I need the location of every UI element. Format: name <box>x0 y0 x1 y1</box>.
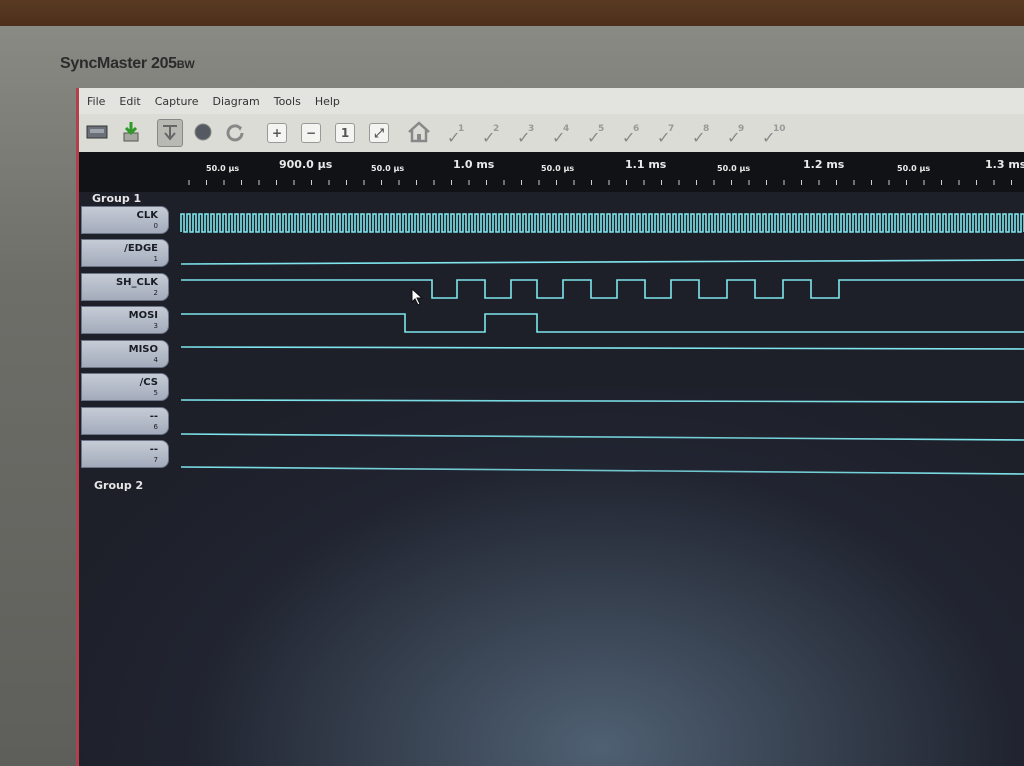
signal-view[interactable]: Group 1 CLK 0 /EDGE 1 SH_CLK 2 MOSI 3 MI… <box>79 192 1024 766</box>
ruler-minor-label: 50.0 µs <box>717 164 751 173</box>
device-icon[interactable] <box>85 120 109 144</box>
bookmark-9-icon[interactable]: ✓ 9 <box>725 124 749 147</box>
brand-model: 205 <box>150 55 177 72</box>
zoom-original-icon[interactable]: 1 <box>335 123 355 143</box>
bookmark-8-icon[interactable]: ✓ 8 <box>690 124 714 147</box>
app-window: File Edit Capture Diagram Tools Help + −… <box>76 88 1024 766</box>
ruler-minor-label: 50.0 µs <box>897 164 931 173</box>
menu-diagram[interactable]: Diagram <box>212 95 259 108</box>
ruler-minor-label: 50.0 µs <box>541 164 575 173</box>
menu-bar: File Edit Capture Diagram Tools Help <box>79 88 1024 114</box>
download-icon[interactable] <box>119 120 143 144</box>
trace-edge <box>180 259 1024 265</box>
trace-mosi <box>181 313 1024 333</box>
ruler-minor-label: 50.0 µs <box>206 164 240 173</box>
trace-cs <box>180 399 1024 403</box>
bookmark-2-icon[interactable]: ✓ 2 <box>480 124 504 147</box>
brand-suffix: BW <box>176 59 195 71</box>
waveform-traces <box>180 213 1024 475</box>
brand-name: SyncMaster <box>60 55 147 72</box>
zoom-out-icon[interactable]: − <box>301 123 321 143</box>
bookmark-3-icon[interactable]: ✓ 3 <box>515 124 539 147</box>
trigger-icon[interactable] <box>157 119 183 147</box>
monitor-brand: SyncMaster 205BW <box>60 55 195 73</box>
menu-help[interactable]: Help <box>315 95 340 108</box>
mouse-cursor-icon <box>411 288 424 306</box>
trace-6 <box>180 433 1024 441</box>
clk-pulse-train <box>180 213 1024 233</box>
bookmark-5-icon[interactable]: ✓ 5 <box>585 124 609 147</box>
toolbar: + − 1 ⤢ ✓ 1 ✓ 2 ✓ 3 ✓ 4 ✓ 5 ✓ 6 ✓ 7 ✓ 8 ✓ 9 ✓ 10 <box>79 114 1024 153</box>
zoom-in-icon[interactable]: + <box>267 123 287 143</box>
ruler-major-label: 1.2 ms <box>803 158 845 171</box>
trace-sh-clk <box>181 279 1024 299</box>
trace-miso <box>180 346 1024 350</box>
home-icon[interactable] <box>407 120 431 144</box>
ruler-major-label: 1.1 ms <box>625 158 667 171</box>
trace-7 <box>180 466 1024 475</box>
ruler-major-label: 1.3 ms <box>985 158 1024 171</box>
bookmark-10-icon[interactable]: ✓ 10 <box>760 124 786 147</box>
ruler-major-label: 1.0 ms <box>453 158 495 171</box>
ruler-major-label: 900.0 µs <box>279 158 333 171</box>
bookmark-4-icon[interactable]: ✓ 4 <box>550 124 574 147</box>
record-icon[interactable] <box>191 120 215 144</box>
bookmark-6-icon[interactable]: ✓ 6 <box>620 124 644 147</box>
ruler-minor-label: 50.0 µs <box>371 164 405 173</box>
menu-capture[interactable]: Capture <box>155 95 199 108</box>
menu-edit[interactable]: Edit <box>119 95 140 108</box>
time-ruler[interactable]: 50.0 µs 900.0 µs 50.0 µs 1.0 ms 50.0 µs … <box>79 152 1024 192</box>
menu-tools[interactable]: Tools <box>274 95 301 108</box>
refresh-icon[interactable] <box>223 120 247 144</box>
bookmark-7-icon[interactable]: ✓ 7 <box>655 124 679 147</box>
zoom-fit-icon[interactable]: ⤢ <box>369 123 389 143</box>
trace-clk <box>180 213 1024 233</box>
menu-file[interactable]: File <box>87 95 105 108</box>
bookmark-1-icon[interactable]: ✓ 1 <box>445 124 469 147</box>
